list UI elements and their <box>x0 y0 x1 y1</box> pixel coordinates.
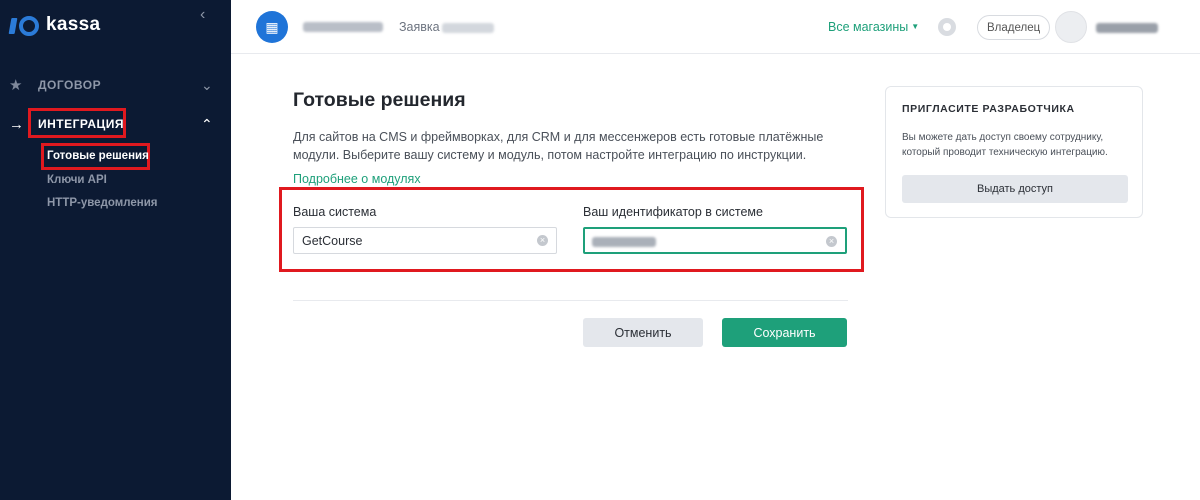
identifier-field[interactable]: × <box>583 227 847 254</box>
star-icon: ★ <box>9 77 23 94</box>
shop-icon[interactable]: ▦ <box>256 11 288 43</box>
logo[interactable]: kassa <box>8 14 101 36</box>
system-field[interactable]: × <box>293 227 557 254</box>
stores-dropdown[interactable]: Все магазины ▼ <box>828 20 919 34</box>
sidebar: kassa ‹ ★ ДОГОВОР ⌄ → ИНТЕГРАЦИЯ ⌃ Готов… <box>0 0 231 500</box>
invite-card-title: ПРИГЛАСИТЕ РАЗРАБОТЧИКА <box>902 103 1075 115</box>
invite-card-text: Вы можете дать доступ своему сотруднику,… <box>902 132 1108 158</box>
more-about-modules-link[interactable]: Подробнее о модулях <box>293 172 421 186</box>
sidebar-item-contract[interactable]: ★ ДОГОВОР ⌄ <box>0 70 231 100</box>
chevron-down-icon: ⌄ <box>201 76 213 93</box>
avatar[interactable] <box>1055 11 1087 43</box>
top-header: ▦ Заявка Все магазины ▼ Владелец <box>231 0 1200 54</box>
application-label: Заявка <box>399 20 440 34</box>
chevron-up-icon: ⌃ <box>201 115 213 132</box>
user-name-redacted[interactable] <box>1096 23 1158 33</box>
identifier-field-label: Ваш идентификатор в системе <box>583 205 763 219</box>
role-badge[interactable]: Владелец <box>977 15 1051 40</box>
support-icon[interactable] <box>938 18 956 36</box>
stores-dropdown-label: Все магазины <box>828 20 909 34</box>
cancel-button[interactable]: Отменить <box>583 318 703 347</box>
sidebar-subitem-http-notifications[interactable]: HTTP-уведомления <box>47 197 158 209</box>
sidebar-item-label: ДОГОВОР <box>38 78 102 92</box>
arrow-right-icon: → <box>9 115 24 133</box>
sidebar-item-label: ИНТЕГРАЦИЯ <box>38 117 125 131</box>
logo-mark-icon <box>8 14 40 36</box>
logo-text: kassa <box>46 14 101 35</box>
page-title: Готовые решения <box>293 89 466 111</box>
shop-name-redacted[interactable] <box>303 22 383 32</box>
sidebar-item-integration[interactable]: → ИНТЕГРАЦИЯ ⌃ <box>0 109 231 139</box>
sidebar-subitem-api-keys[interactable]: Ключи API <box>47 174 107 186</box>
divider <box>293 300 848 301</box>
application-id-redacted <box>442 23 494 33</box>
invite-developer-card: ПРИГЛАСИТЕ РАЗРАБОТЧИКА Вы можете дать д… <box>885 86 1143 218</box>
sidebar-subitem-ready-solutions[interactable]: Готовые решения <box>47 150 149 162</box>
caret-down-icon: ▼ <box>911 22 920 31</box>
clear-icon[interactable]: × <box>826 236 837 247</box>
identifier-value-redacted <box>592 237 656 247</box>
system-input[interactable] <box>294 228 514 253</box>
save-button[interactable]: Сохранить <box>722 318 847 347</box>
clear-icon[interactable]: × <box>537 235 548 246</box>
collapse-sidebar-icon[interactable]: ‹ <box>200 6 205 24</box>
page-description: Для сайтов на CMS и фреймворках, для CRM… <box>293 130 824 162</box>
system-field-label: Ваша система <box>293 205 377 219</box>
grant-access-button[interactable]: Выдать доступ <box>902 175 1128 203</box>
